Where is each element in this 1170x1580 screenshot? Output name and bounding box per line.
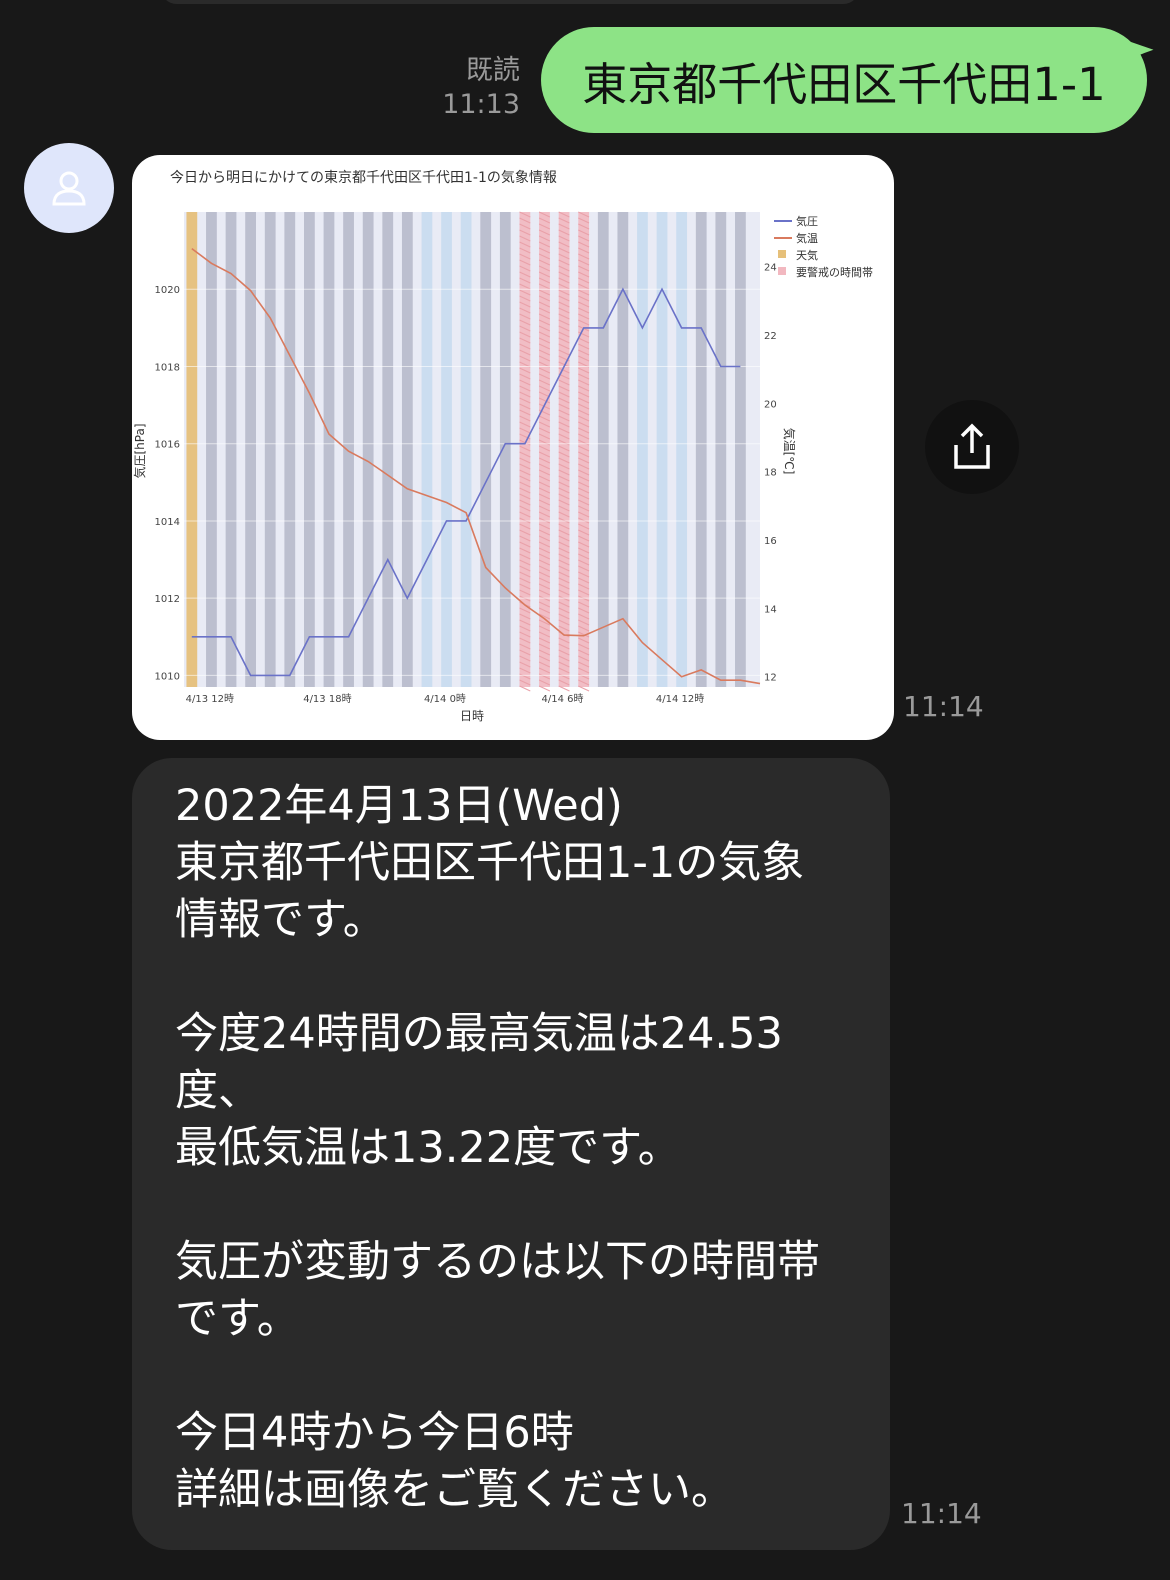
band-cloudy: [206, 212, 217, 687]
band-alert: [578, 212, 590, 687]
chart-image-message[interactable]: 今日から明日にかけての東京都千代田区千代田1-1の気象情報 1010 1012 10…: [132, 155, 894, 740]
read-receipt: 既読: [466, 55, 520, 86]
x-tick-label: 4/13 12時: [186, 693, 234, 705]
band-cloudy: [597, 212, 609, 687]
y-right-tick-label: 22: [764, 331, 777, 342]
y-right-tick-label: 16: [764, 536, 777, 547]
band-cloudy: [715, 212, 727, 687]
band-rain: [460, 212, 472, 687]
share-button[interactable]: [925, 400, 1019, 494]
x-tick-label: 4/14 12時: [656, 693, 704, 705]
band-cloudy: [245, 212, 256, 687]
band-alert: [558, 212, 570, 687]
x-axis-label: 日時: [460, 709, 484, 723]
image-message-time: 11:14: [903, 690, 984, 723]
band-alert: [519, 212, 531, 687]
user-icon: [52, 171, 86, 206]
y-left-tick-label: 1010: [155, 671, 180, 682]
band-rain: [656, 212, 668, 687]
legend-label: 要警戒の時間帯: [796, 265, 873, 279]
received-text-bubble[interactable]: 2022年4月13日(Wed) 東京都千代田区千代田1-1の気象 情報です。 今…: [132, 758, 890, 1550]
previous-message-bubble: [160, 0, 860, 4]
share-icon: [954, 423, 990, 469]
band-rain: [421, 212, 433, 687]
y-left-tick-label: 1020: [155, 285, 180, 296]
sent-message-text: 東京都千代田区千代田1-1: [582, 57, 1106, 111]
y-right-tick-label: 14: [764, 604, 777, 615]
band-cloudy: [362, 212, 374, 687]
band-cloudy: [382, 212, 394, 687]
text-message-time: 11:14: [901, 1497, 982, 1530]
band-rain: [637, 212, 648, 687]
y-left-tick-label: 1018: [155, 362, 180, 373]
sent-message-meta: 既読 11:13: [442, 54, 520, 122]
x-tick-label: 4/14 6時: [541, 693, 583, 705]
x-tick-label: 4/13 18時: [303, 693, 351, 705]
legend-swatch: [778, 267, 786, 275]
band-cloudy: [225, 212, 237, 687]
legend-label: 気温: [796, 231, 818, 245]
y-left-tick-label: 1012: [155, 594, 180, 605]
received-text: 2022年4月13日(Wed) 東京都千代田区千代田1-1の気象 情報です。 今…: [175, 781, 820, 1515]
band-cloudy: [323, 212, 335, 687]
band-cloudy: [264, 212, 276, 687]
chart-legend: 気圧気温天気要警戒の時間帯: [774, 214, 873, 279]
band-cloudy: [695, 212, 707, 687]
band-cloudy: [735, 212, 746, 687]
weather-chart: 今日から明日にかけての東京都千代田区千代田1-1の気象情報 1010 1012 10…: [132, 170, 873, 723]
y-right-tick-label: 12: [764, 673, 777, 684]
sent-time: 11:13: [442, 89, 520, 120]
legend-swatch: [778, 250, 786, 258]
y-right-tick-label: 24: [764, 263, 777, 274]
legend-label: 天気: [796, 248, 818, 262]
y-axis-label-right: 気温[℃]: [782, 428, 797, 475]
band-cloudy: [343, 212, 354, 687]
band-rain: [441, 212, 452, 687]
legend-label: 気圧: [796, 214, 818, 228]
y-right-tick-label: 20: [764, 399, 777, 410]
band-weather: [186, 212, 198, 687]
band-rain: [676, 212, 688, 687]
band-cloudy: [401, 212, 413, 687]
y-left-tick-label: 1014: [155, 517, 180, 528]
band-cloudy: [480, 212, 492, 687]
x-tick-label: 4/14 0時: [424, 693, 466, 705]
band-cloudy: [304, 212, 315, 687]
band-cloudy: [617, 212, 629, 687]
bot-avatar[interactable]: [24, 143, 114, 233]
y-left-tick-label: 1016: [155, 440, 180, 451]
sent-message-bubble[interactable]: 東京都千代田区千代田1-1: [541, 27, 1147, 133]
band-cloudy: [284, 212, 296, 687]
y-axis-label-left: 気圧[hPa]: [132, 423, 147, 478]
chart-title: 今日から明日にかけての東京都千代田区千代田1-1の気象情報: [170, 170, 557, 186]
y-right-tick-label: 18: [764, 468, 777, 479]
